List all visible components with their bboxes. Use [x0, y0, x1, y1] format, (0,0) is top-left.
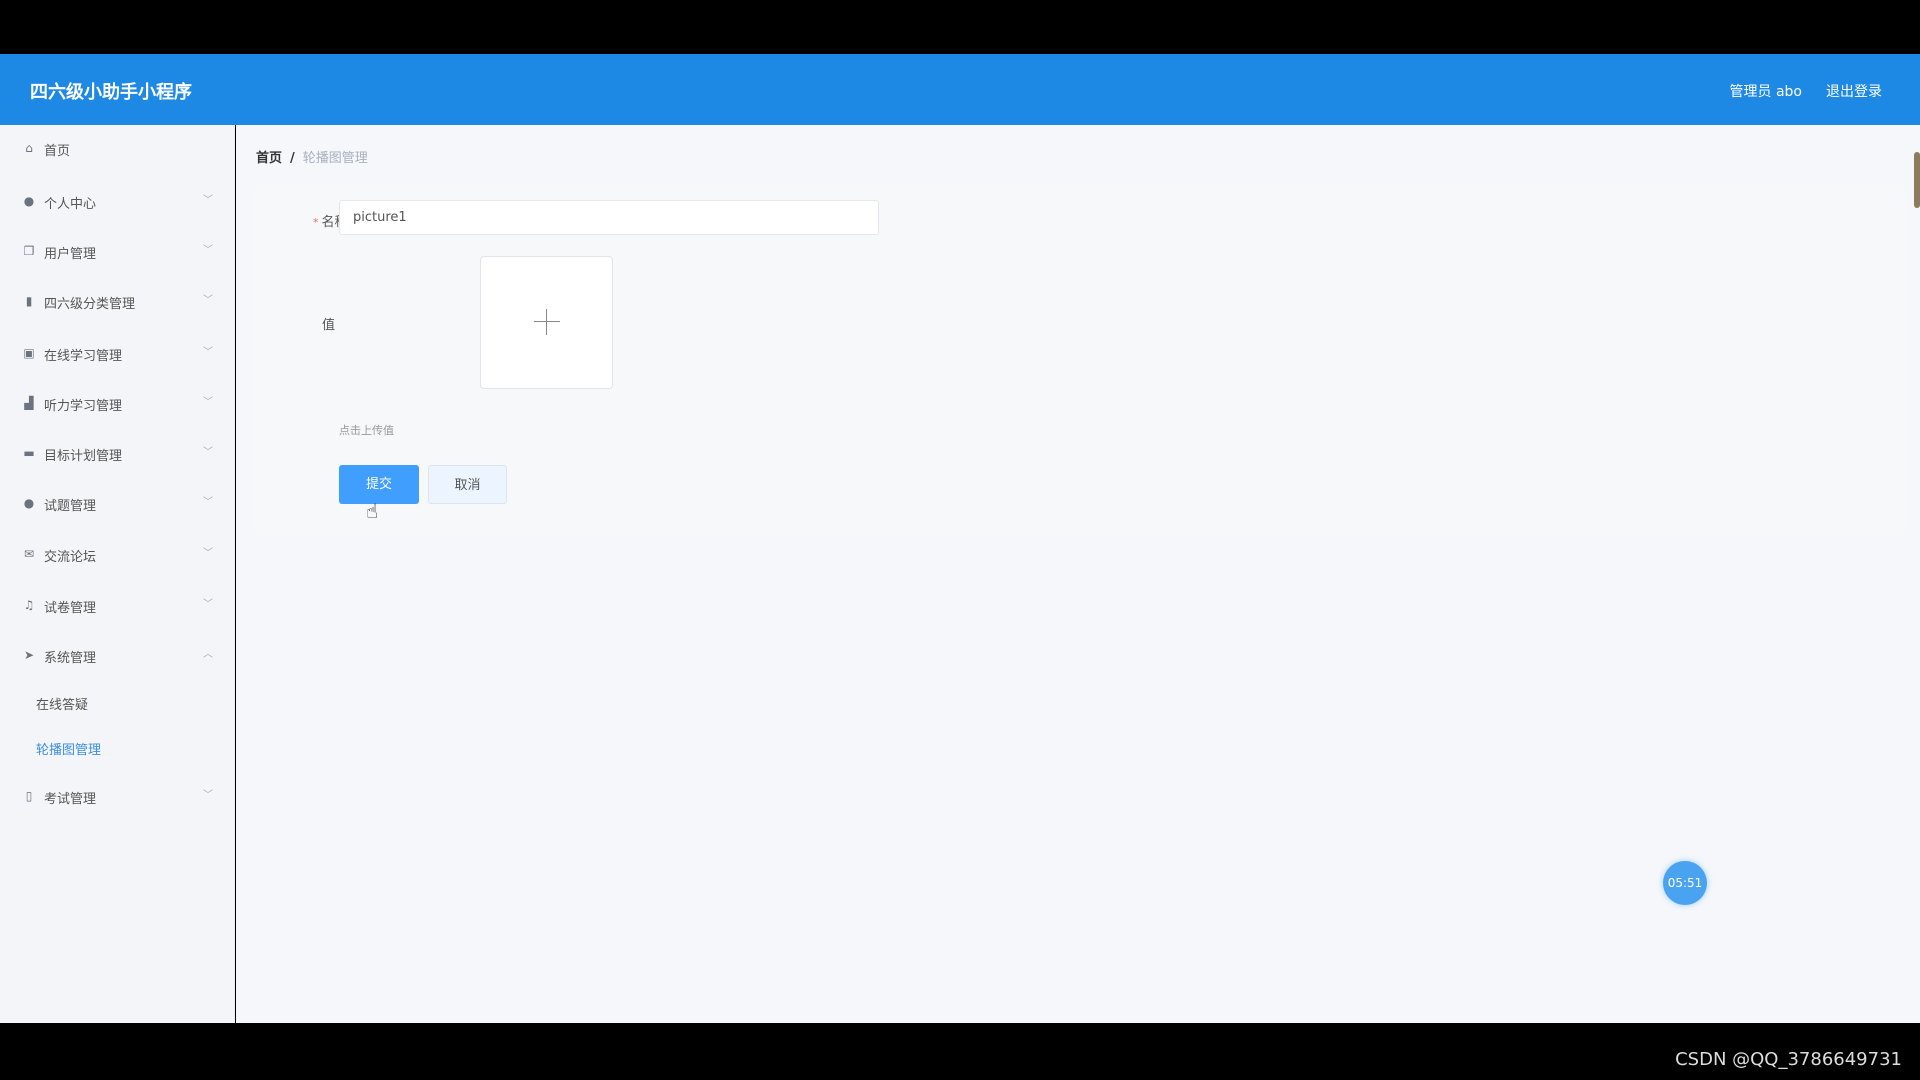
mic-icon: ▯	[25, 789, 33, 803]
breadcrumb: 首页 / 轮播图管理	[256, 147, 368, 166]
sidebar-item-label: 个人中心	[44, 197, 97, 212]
sidebar-item-label: 四六级分类管理	[44, 297, 136, 312]
chevron-down-icon: ﹀	[203, 548, 213, 559]
sidebar-item-category[interactable]: ▮ 四六级分类管理 ﹀	[0, 282, 235, 322]
screen-top-bar	[0, 0, 1920, 54]
upload-hint: 点击上传值	[339, 424, 394, 437]
copy-icon: ❐	[23, 244, 35, 258]
bell-icon: ♫	[23, 598, 35, 612]
send-icon: ➤	[23, 648, 35, 662]
sidebar-item-label: 听力学习管理	[44, 399, 123, 414]
ticket-icon: ▬	[23, 446, 35, 460]
breadcrumb-home[interactable]: 首页	[256, 151, 282, 166]
chevron-down-icon: ﹀	[203, 790, 213, 801]
timer-badge[interactable]: 05:51	[1663, 861, 1707, 905]
required-mark: *	[313, 216, 319, 229]
value-label: 值	[322, 318, 336, 333]
cancel-button[interactable]: 取消	[428, 465, 507, 504]
breadcrumb-current: 轮播图管理	[302, 151, 368, 166]
chevron-down-icon: ﹀	[203, 447, 213, 458]
mail-icon: ✉	[23, 547, 35, 561]
sidebar-item-listening[interactable]: ▟ 听力学习管理 ﹀	[0, 384, 235, 424]
sidebar-subitem-online-qa[interactable]: 在线答疑	[36, 694, 88, 713]
sidebar-item-goals[interactable]: ▬ 目标计划管理 ﹀	[0, 434, 235, 474]
breadcrumb-separator: /	[290, 151, 295, 166]
image-upload[interactable]	[480, 256, 613, 389]
sidebar-item-label: 在线学习管理	[44, 349, 123, 364]
scrollbar[interactable]	[1914, 152, 1920, 208]
chart-icon: ▟	[24, 396, 34, 410]
app-header: 四六级小助手小程序 管理员 abo 退出登录	[0, 54, 1920, 125]
plus-icon	[534, 309, 560, 335]
sidebar-item-home[interactable]: ⌂ 首页	[0, 129, 235, 169]
chevron-down-icon: ﹀	[203, 195, 213, 206]
user-icon: ●	[23, 194, 35, 208]
hand-cursor-icon: ☝	[366, 499, 379, 523]
sidebar-item-users[interactable]: ❐ 用户管理 ﹀	[0, 232, 235, 272]
sidebar-item-papers[interactable]: ♫ 试卷管理 ﹀	[0, 586, 235, 626]
chevron-down-icon: ﹀	[203, 295, 213, 306]
chevron-up-icon: ︿	[203, 649, 213, 660]
screen-bottom-bar	[0, 1023, 1920, 1080]
sidebar-item-profile[interactable]: ● 个人中心 ﹀	[0, 182, 235, 222]
sidebar: ⌂ 首页 ● 个人中心 ﹀ ❐ 用户管理 ﹀ ▮ 四六级分类管理 ﹀ ▣ 在线学习管理 ﹀ ▟ 听力…	[0, 125, 235, 1023]
sidebar-item-label: 试卷管理	[44, 601, 97, 616]
app-title: 四六级小助手小程序	[30, 82, 192, 103]
chevron-down-icon: ﹀	[203, 245, 213, 256]
sidebar-item-label: 目标计划管理	[44, 449, 123, 464]
sidebar-item-system[interactable]: ➤ 系统管理 ︿	[0, 636, 235, 676]
pin-icon: ●	[23, 496, 35, 510]
submit-button[interactable]: 提交	[339, 465, 419, 504]
chevron-down-icon: ﹀	[203, 347, 213, 358]
sidebar-item-online-study[interactable]: ▣ 在线学习管理 ﹀	[0, 334, 235, 374]
sidebar-item-label: 试题管理	[44, 499, 97, 514]
sidebar-item-label: 交流论坛	[44, 550, 97, 565]
sidebar-item-label: 考试管理	[44, 792, 97, 807]
name-input[interactable]: picture1	[339, 200, 879, 235]
chevron-down-icon: ﹀	[203, 497, 213, 508]
sidebar-item-forum[interactable]: ✉ 交流论坛 ﹀	[0, 535, 235, 575]
home-icon: ⌂	[25, 141, 33, 155]
current-user: 管理员 abo	[1729, 84, 1802, 100]
logout-link[interactable]: 退出登录	[1826, 81, 1882, 101]
sidebar-subitem-carousel[interactable]: 轮播图管理	[36, 739, 101, 758]
sidebar-item-exams[interactable]: ▯ 考试管理 ﹀	[0, 777, 235, 817]
chevron-down-icon: ﹀	[203, 599, 213, 610]
form-card: * 名称 picture1 值 点击上传值 提交 取消	[255, 185, 1905, 535]
sidebar-item-label: 首页	[44, 144, 71, 159]
watermark: CSDN @QQ_3786649731	[1675, 1049, 1902, 1070]
sidebar-item-questions[interactable]: ● 试题管理 ﹀	[0, 484, 235, 524]
bars-icon: ▮	[25, 294, 33, 308]
chevron-down-icon: ﹀	[203, 397, 213, 408]
sidebar-item-label: 用户管理	[44, 247, 97, 262]
sidebar-item-label: 系统管理	[44, 651, 97, 666]
clipboard-icon: ▣	[23, 346, 35, 360]
